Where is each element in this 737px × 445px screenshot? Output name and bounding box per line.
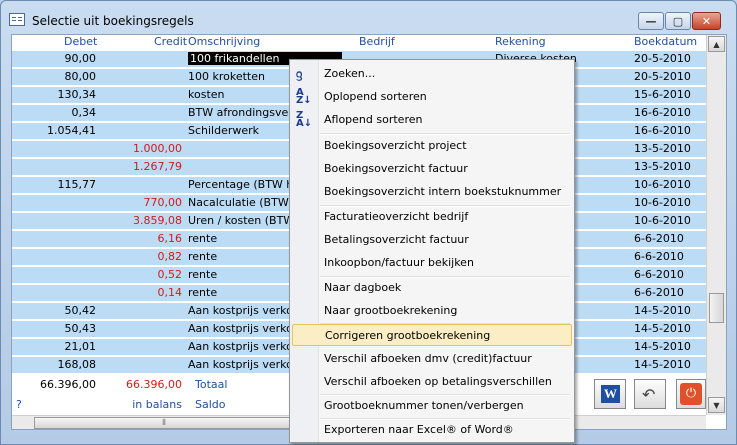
scroll-down-icon[interactable]: ▼ [708,397,725,413]
cell-debet: 21,01 [64,340,97,353]
col-bedrijf[interactable]: Bedrijf [359,35,395,48]
minimize-icon: — [645,14,657,28]
cell-debet: 168,08 [57,358,97,371]
cell-boekdatum: 16-6-2010 [634,124,691,137]
totaal-label: Totaal [195,378,228,391]
menu-grootboek[interactable]: Naar grootboekrekening [292,300,572,322]
scroll-up-icon[interactable]: ▲ [708,36,725,52]
menu-dagboek[interactable]: Naar dagboek [292,277,572,299]
close-button[interactable]: ✕ [692,12,721,30]
undo-arrow-icon: ↶ [642,385,656,404]
cell-boekdatum: 10-6-2010 [634,196,691,209]
menu-bo-project[interactable]: Boekingsoverzicht project [292,135,572,157]
menu-oplopend[interactable]: A Z↓ Oplopend sorteren [292,86,572,108]
cell-credit: 6,16 [157,232,183,245]
h-scroll-thumb[interactable]: ⦀ [34,417,294,429]
binoculars-icon: ᦋ [296,66,303,80]
col-omschrijving[interactable]: Omschrijving [188,35,260,48]
cell-boekdatum: 10-6-2010 [634,178,691,191]
power-icon: ⏻ [680,383,702,405]
menu-bo-intern[interactable]: Boekingsoverzicht intern boekstuknummer [292,181,572,203]
column-headers: Debet Credit Omschrijving Bedrijf Rekeni… [12,35,706,50]
cell-boekdatum: 20-5-2010 [634,52,691,65]
in-balans-text: in balans [132,398,182,411]
menu-verschil-factuur[interactable]: Verschil afboeken dmv (credit)factuur [292,348,572,370]
col-boekdatum[interactable]: Boekdatum [634,35,697,48]
total-credit: 66.396,00 [126,378,182,391]
word-export-button[interactable]: W [594,379,626,409]
window: Selectie uit boekingsregels — ▢ ✕ Debet … [0,0,737,445]
cell-boekdatum: 6-6-2010 [634,232,684,245]
col-debet[interactable]: Debet [64,35,97,48]
cell-debet: 1.054,41 [47,124,96,137]
saldo-label: Saldo [195,398,226,411]
window-title: Selectie uit boekingsregels [32,14,194,28]
minimize-button[interactable]: — [638,12,664,30]
cell-boekdatum: 16-6-2010 [634,106,691,119]
cell-credit: 0,52 [157,268,183,281]
balance-question: ? [16,398,22,411]
cell-debet: 115,77 [57,178,97,191]
menu-bo-factuur[interactable]: Boekingsoverzicht factuur [292,158,572,180]
cell-boekdatum: 6-6-2010 [634,268,684,281]
context-menu: ᦋ Zoeken... A Z↓ Oplopend sorteren Z A↓ Af… [289,59,575,443]
menu-bet-factuur[interactable]: Betalingsoverzicht factuur [292,229,572,251]
menu-exporteren[interactable]: Exporteren naar Excel® of Word® [292,419,572,441]
cell-debet: 90,00 [64,52,97,65]
cell-credit: 3.859,08 [133,214,182,227]
cell-debet: 130,34 [57,88,97,101]
word-icon: W [601,385,620,403]
app-icon [9,13,25,26]
stop-button[interactable]: ⏻ [676,379,706,409]
cell-boekdatum: 13-5-2010 [634,160,691,173]
cell-credit: 0,14 [157,286,183,299]
menu-gb-tonen[interactable]: Grootboeknummer tonen/verbergen [292,395,572,417]
total-debet: 66.396,00 [40,378,96,391]
cell-boekdatum: 20-5-2010 [634,70,691,83]
cell-credit: 0,82 [157,250,183,263]
cell-credit: 1.000,00 [133,142,182,155]
cell-boekdatum: 14-5-2010 [634,304,691,317]
menu-verschil-betaling[interactable]: Verschil afboeken op betalingsverschille… [292,371,572,393]
menu-inkoopbon[interactable]: Inkoopbon/factuur bekijken [292,252,572,274]
cell-boekdatum: 14-5-2010 [634,322,691,335]
menu-aflopend[interactable]: Z A↓ Aflopend sorteren [292,109,572,131]
maximize-icon: ▢ [672,14,684,28]
cell-debet: 50,43 [64,322,97,335]
scroll-thumb[interactable] [709,293,724,323]
col-rekening[interactable]: Rekening [495,35,546,48]
vertical-scrollbar[interactable]: ▲ ▼ [706,35,726,415]
cell-boekdatum: 15-6-2010 [634,88,691,101]
cell-boekdatum: 6-6-2010 [634,250,684,263]
close-icon: ✕ [701,14,712,28]
cell-boekdatum: 6-6-2010 [634,286,684,299]
cell-boekdatum: 13-5-2010 [634,142,691,155]
cell-debet: 50,42 [64,304,97,317]
cell-credit: 770,00 [143,196,183,209]
cell-boekdatum: 14-5-2010 [634,358,691,371]
maximize-button[interactable]: ▢ [665,12,691,30]
cell-credit: 1.267,79 [133,160,182,173]
cell-debet: 0,34 [71,106,97,119]
col-credit[interactable]: Credit [154,35,187,48]
title-bar[interactable]: Selectie uit boekingsregels — ▢ ✕ [1,1,736,33]
sort-ascending-icon: A Z↓ [296,87,312,106]
cell-boekdatum: 10-6-2010 [634,214,691,227]
cell-debet: 80,00 [64,70,97,83]
menu-corrigeren[interactable]: Corrigeren grootboekrekening [292,324,572,346]
sort-descending-icon: Z A↓ [296,110,313,129]
undo-button[interactable]: ↶ [634,379,666,409]
menu-fact-bedrijf[interactable]: Facturatieoverzicht bedrijf [292,206,572,228]
cell-boekdatum: 14-5-2010 [634,340,691,353]
menu-zoeken[interactable]: ᦋ Zoeken... [292,63,572,85]
